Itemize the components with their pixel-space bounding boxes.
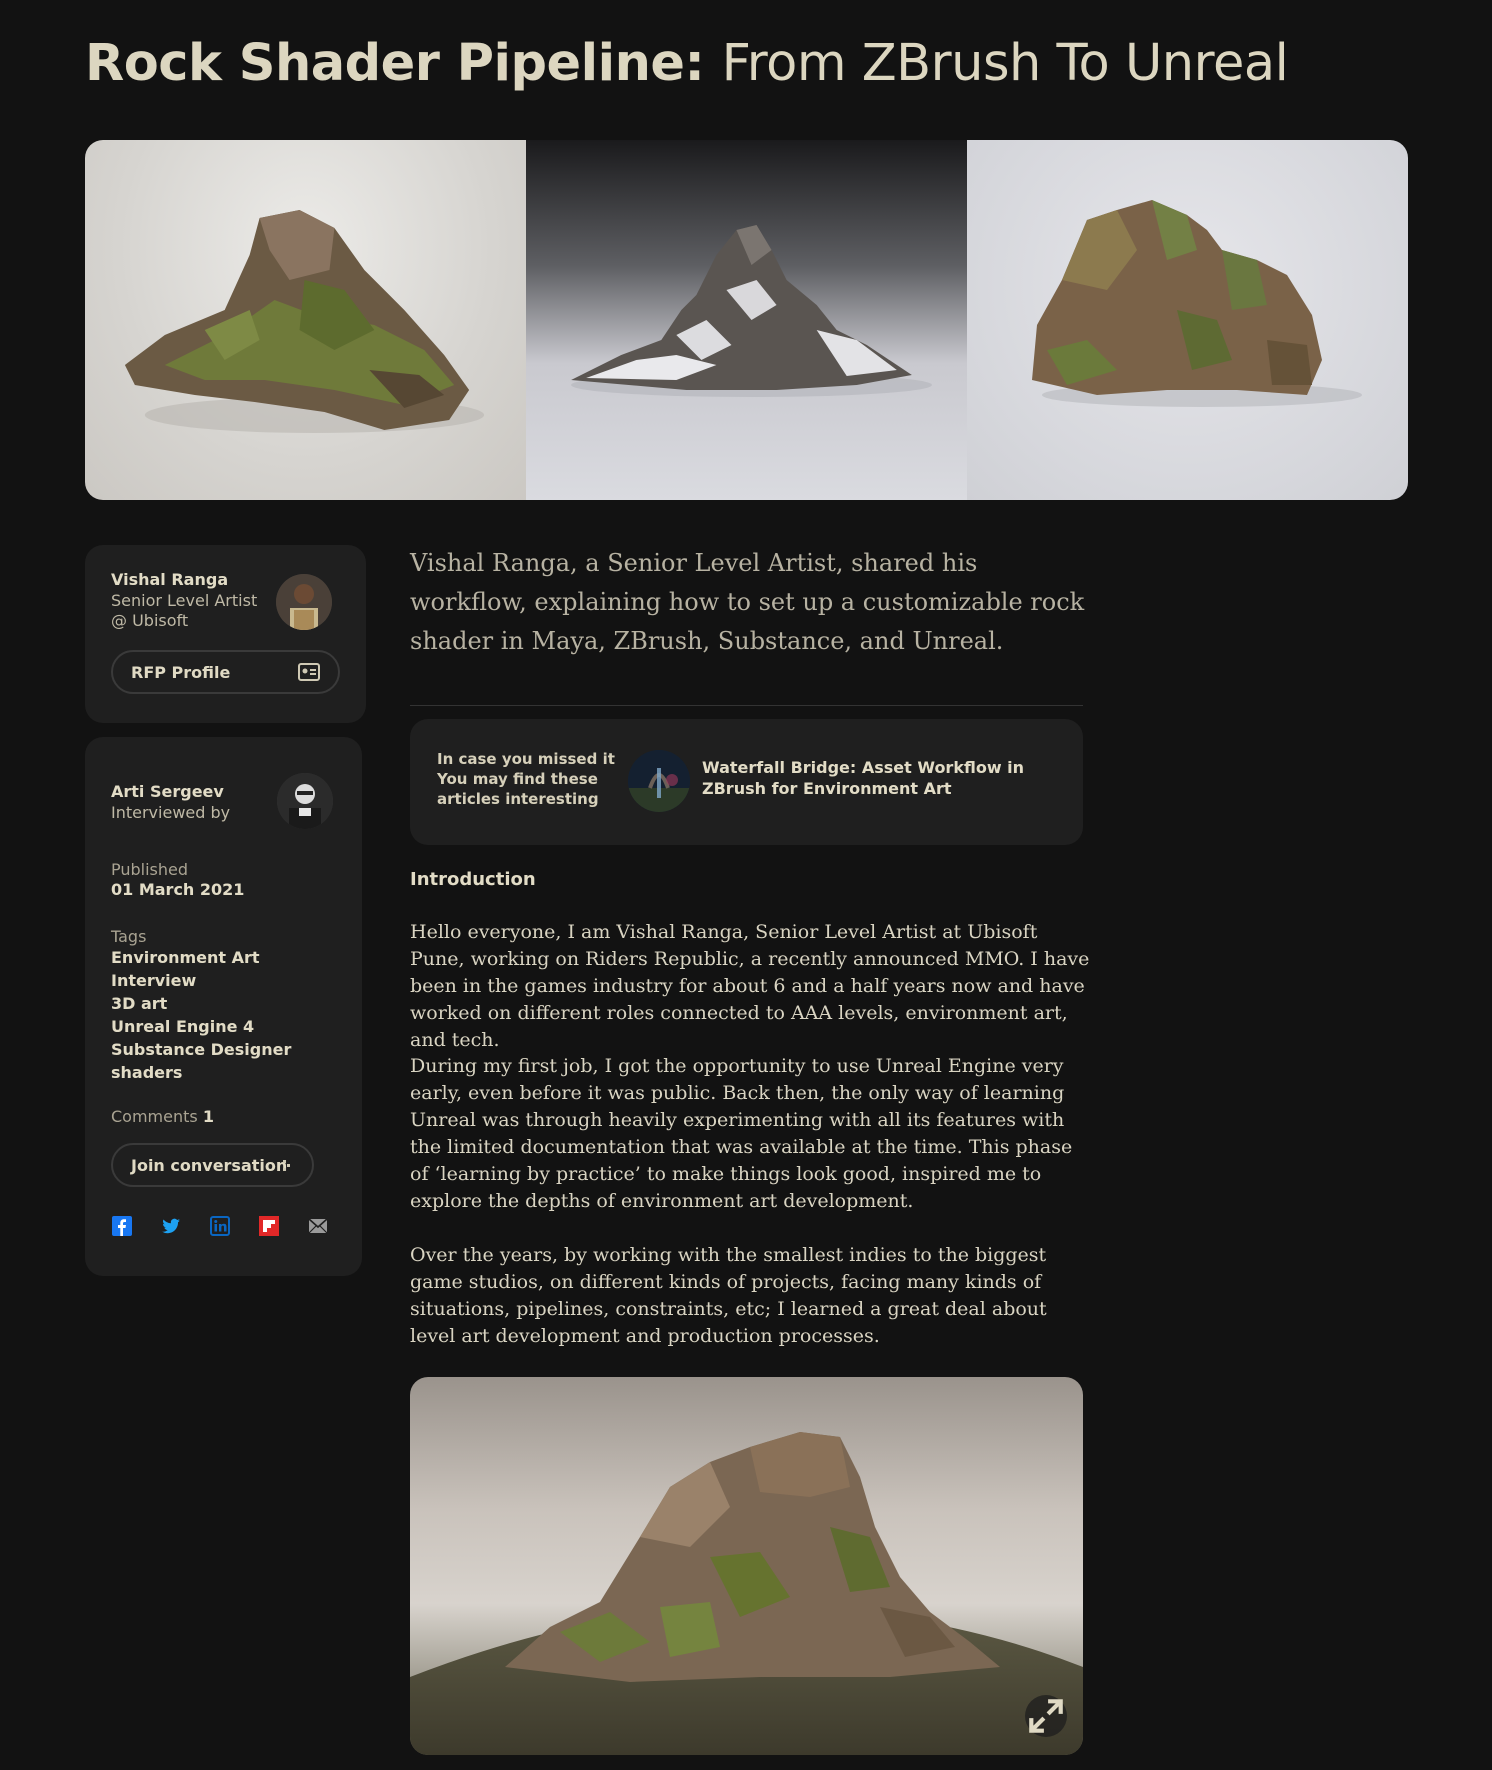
author-company: @ Ubisoft (111, 611, 189, 630)
join-conversation-label: Join conversation (131, 1155, 288, 1175)
twitter-icon[interactable] (161, 1216, 181, 1236)
related-article-link[interactable]: Waterfall Bridge: Asset Workflow in ZBru… (702, 757, 1072, 799)
title-bold: Rock Shader Pipeline: (85, 34, 705, 93)
linkedin-icon[interactable] (210, 1216, 230, 1236)
tag-item[interactable]: 3D art (111, 992, 291, 1015)
published-label: Published (111, 860, 189, 879)
article-paragraph: During my first job, I got the opportuni… (410, 1055, 1073, 1212)
author-role: Senior Level Artist (111, 591, 258, 610)
tags-label: Tags (111, 927, 147, 946)
facebook-icon[interactable] (112, 1216, 132, 1236)
author-card: Vishal Ranga Senior Level Artist @ Ubiso… (85, 545, 366, 723)
hero-image-cliff-rock[interactable] (967, 140, 1408, 500)
tag-item[interactable]: Substance Designer (111, 1038, 291, 1061)
interviewer-avatar[interactable] (277, 773, 333, 829)
tag-item[interactable]: shaders (111, 1061, 291, 1084)
published-date: 01 March 2021 (111, 880, 245, 899)
tag-item[interactable]: Interview (111, 969, 291, 992)
rfp-profile-button[interactable]: RFP Profile (111, 650, 340, 694)
article-info-card: Arti Sergeev Interviewed by Published 01… (85, 737, 362, 1276)
article-paragraph: Over the years, by working with the smal… (410, 1244, 1047, 1347)
article-paragraph: Hello everyone, I am Vishal Ranga, Senio… (410, 921, 1090, 1051)
article-figure-rock[interactable] (410, 1377, 1083, 1755)
related-label-line1: In case you missed it (437, 750, 615, 768)
tag-list: Environment Art Interview 3D art Unreal … (111, 946, 291, 1084)
author-name[interactable]: Vishal Ranga (111, 570, 228, 589)
flipboard-icon[interactable] (259, 1216, 279, 1236)
section-heading-introduction: Introduction (410, 869, 536, 890)
interviewer-label: Interviewed by (111, 803, 231, 822)
chevron-right-icon (282, 1158, 294, 1178)
comments-label: Comments (111, 1107, 198, 1126)
article-lead: Vishal Ranga, a Senior Level Artist, sha… (410, 549, 1085, 655)
interviewer-name[interactable]: Arti Sergeev (111, 782, 224, 801)
hero-image-snowy-rock[interactable] (526, 140, 967, 500)
email-icon[interactable] (308, 1216, 328, 1236)
author-avatar[interactable] (276, 574, 332, 630)
tag-item[interactable]: Unreal Engine 4 (111, 1015, 291, 1038)
profile-card-icon (298, 663, 320, 685)
related-label: In case you missed it You may find these… (437, 749, 617, 809)
related-article-thumbnail[interactable] (628, 750, 690, 812)
rfp-profile-label: RFP Profile (131, 662, 231, 682)
lead-divider (410, 705, 1083, 706)
comments-count: 1 (202, 1107, 214, 1126)
hero-gallery (85, 140, 1408, 500)
page-title: Rock Shader Pipeline: From ZBrush To Unr… (85, 30, 1405, 98)
hero-image-mossy-rock[interactable] (85, 140, 526, 500)
join-conversation-button[interactable]: Join conversation (111, 1143, 314, 1187)
related-label-line2: You may find these articles interesting (437, 770, 599, 808)
expand-image-button[interactable] (1025, 1695, 1067, 1737)
comments-count-row: Comments 1 (111, 1107, 214, 1126)
title-light: From ZBrush To Unreal (721, 34, 1289, 93)
tag-item[interactable]: Environment Art (111, 946, 291, 969)
related-article-card[interactable]: In case you missed it You may find these… (410, 719, 1083, 845)
